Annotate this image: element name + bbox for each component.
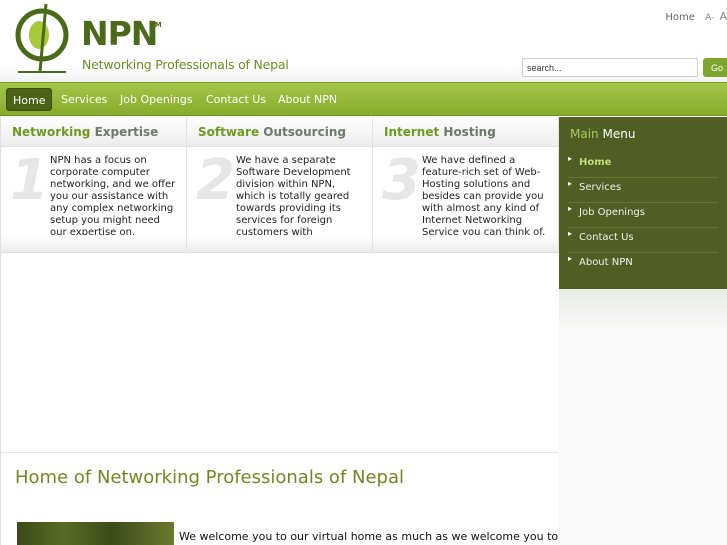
feature-header: Networking Expertise: [1, 117, 186, 147]
feature-text: NPN has a focus on corporate computer ne…: [50, 155, 176, 238]
sidebar-item-label: Services: [579, 182, 622, 193]
feature-footer: [187, 235, 372, 253]
feature-header: Software Outsourcing: [187, 117, 372, 147]
bullet-icon: ▸: [568, 254, 573, 263]
nav-home[interactable]: Home: [6, 88, 53, 111]
feature-footer: [1, 235, 186, 253]
search-input[interactable]: [522, 58, 698, 77]
feature-number: 2: [196, 148, 235, 213]
feature-title: Software Outsourcing: [198, 125, 346, 139]
sidebar-item-home[interactable]: ▸ Home: [568, 153, 718, 178]
page-title: Home of Networking Professionals of Nepa…: [15, 467, 405, 488]
sidebar-item-label: About NPN: [579, 257, 633, 268]
nav-job-openings[interactable]: Job Openings: [120, 88, 193, 111]
welcome-image: [17, 522, 174, 545]
sidebar-lower-panel: [559, 289, 727, 545]
sidebar-title: Main Menu: [570, 127, 636, 141]
nav-about-npn[interactable]: About NPN: [278, 88, 337, 111]
sidebar-item-job-openings[interactable]: ▸ Job Openings: [568, 203, 718, 228]
top-home-link[interactable]: Home: [665, 12, 695, 23]
feature-software: Software Outsourcing 2 We have a separat…: [187, 117, 373, 253]
feature-number: 3: [382, 148, 421, 213]
feature-text: We have defined a feature-rich set of We…: [422, 155, 546, 238]
feature-header: Internet Hosting: [373, 117, 558, 147]
bullet-icon: ▸: [568, 179, 573, 188]
main-content: Networking Expertise 1 NPN has a focus o…: [0, 117, 559, 545]
sidebar-item-label: Job Openings: [579, 207, 645, 218]
sidebar-item-contact-us[interactable]: ▸ Contact Us: [568, 228, 718, 253]
feature-number: 1: [10, 148, 49, 213]
header: NPN TM Networking Professionals of Nepal…: [0, 0, 727, 82]
feature-title: Internet Hosting: [384, 125, 496, 139]
sidebar-item-about-npn[interactable]: ▸ About NPN: [568, 253, 718, 278]
sidebar-main-menu: Main Menu ▸ Home ▸ Services ▸ Job Openin…: [559, 117, 727, 289]
nav-contact-us[interactable]: Contact Us: [206, 88, 266, 111]
npn-logo[interactable]: NPN TM Networking Professionals of Nepal: [14, 2, 289, 76]
logo-tagline: Networking Professionals of Nepal: [82, 57, 289, 72]
logo-name: NPN: [81, 14, 158, 53]
feature-networking: Networking Expertise 1 NPN has a focus o…: [1, 117, 187, 253]
font-increase-button[interactable]: A: [719, 10, 727, 23]
sidebar-item-label: Contact Us: [579, 232, 634, 243]
nav-services[interactable]: Services: [61, 88, 107, 111]
welcome-text: We welcome you to our virtual home as mu…: [179, 530, 559, 543]
top-links: Home A- A: [665, 10, 727, 23]
bullet-icon: ▸: [568, 204, 573, 213]
feature-title: Networking Expertise: [12, 125, 159, 139]
bullet-icon: ▸: [568, 154, 573, 163]
search-go-button[interactable]: Go: [703, 58, 727, 77]
feature-hosting: Internet Hosting 3 We have defined a fea…: [373, 117, 559, 253]
sidebar-item-label: Home: [579, 157, 612, 168]
sidebar: Main Menu ▸ Home ▸ Services ▸ Job Openin…: [559, 117, 727, 545]
feature-footer: [373, 235, 558, 253]
logo-trademark: TM: [150, 21, 162, 29]
bullet-icon: ▸: [568, 229, 573, 238]
content-spacer: [1, 253, 558, 453]
logo-mark-icon: [15, 3, 69, 73]
main-navigation: Home Services Job Openings Contact Us Ab…: [0, 82, 727, 116]
font-decrease-button[interactable]: A-: [705, 13, 714, 23]
sidebar-item-services[interactable]: ▸ Services: [568, 178, 718, 203]
